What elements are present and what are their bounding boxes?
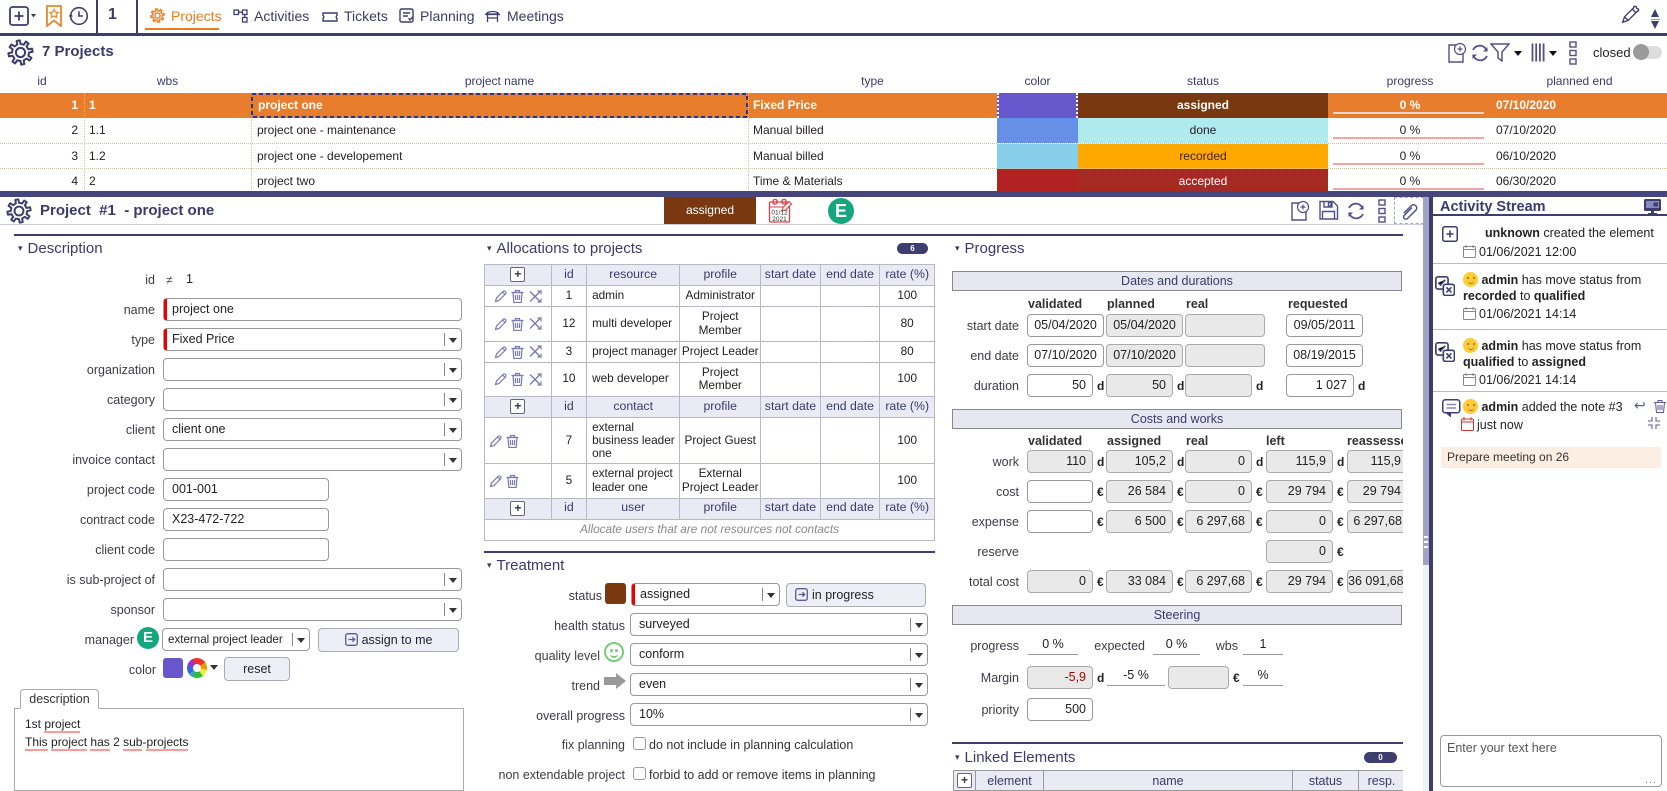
svg-text:2021: 2021 [772,216,787,223]
